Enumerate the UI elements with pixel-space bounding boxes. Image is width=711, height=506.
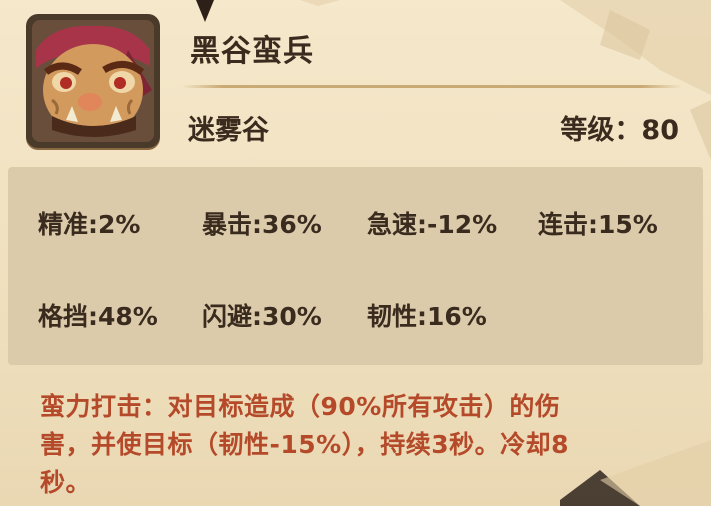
stat-crit: 暴击:36%	[202, 210, 322, 239]
unit-region: 迷雾谷	[188, 115, 269, 146]
stat-combo: 连击:15%	[538, 210, 658, 239]
unit-level: 等级：80	[560, 115, 679, 146]
skill-line: 害，并使目标（韧性-15%），持续3秒。冷却8	[40, 430, 570, 459]
skill-line: 蛮力打击：对目标造成（90%所有攻击）的伤	[40, 392, 561, 421]
stats-box	[8, 167, 703, 365]
barbarian-portrait-icon	[32, 20, 154, 142]
unit-info-panel: 黑谷蛮兵 迷雾谷 等级：80 精准:2% 暴击:36% 急速:-12% 连击:1…	[0, 0, 711, 506]
unit-name: 黑谷蛮兵	[190, 34, 314, 69]
stat-accuracy: 精准:2%	[38, 210, 141, 239]
portrait-frame	[26, 14, 160, 148]
stat-block: 格挡:48%	[38, 302, 158, 331]
stat-toughness: 韧性:16%	[367, 302, 487, 331]
stat-dodge: 闪避:30%	[202, 302, 322, 331]
stat-haste: 急速:-12%	[367, 210, 498, 239]
skill-line: 秒。	[40, 468, 92, 497]
header-divider	[182, 85, 682, 88]
skill-description: 蛮力打击：对目标造成（90%所有攻击）的伤 害，并使目标（韧性-15%），持续3…	[40, 388, 660, 502]
